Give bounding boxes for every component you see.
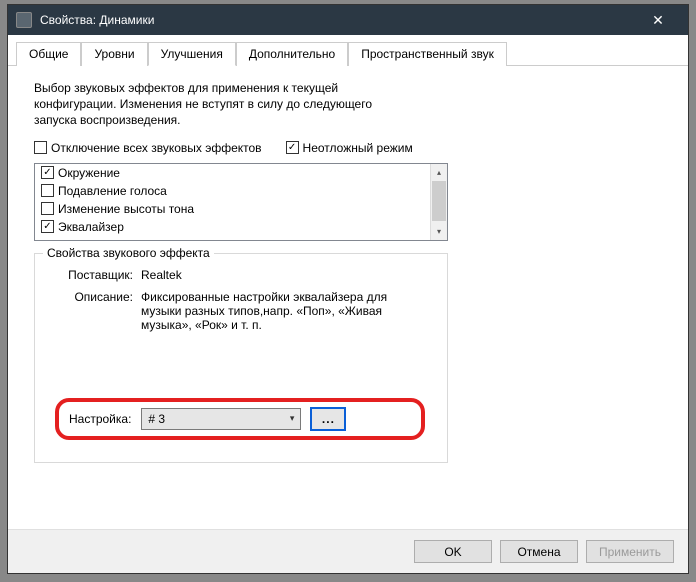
highlight-frame: Настройка: # 3 ▾ ... xyxy=(55,398,425,440)
dialog-window: Свойства: Динамики ✕ Общие Уровни Улучше… xyxy=(7,4,689,574)
chevron-down-icon: ▾ xyxy=(290,413,295,424)
ok-button[interactable]: OK xyxy=(414,540,492,563)
effects-listbox[interactable]: Окружение Подавление голоса Изменение вы… xyxy=(34,163,448,241)
setting-row: Настройка: # 3 ▾ ... xyxy=(47,392,435,446)
urgent-mode-label: Неотложный режим xyxy=(303,141,413,155)
effects-items: Окружение Подавление голоса Изменение вы… xyxy=(35,164,430,240)
setting-value: # 3 xyxy=(148,412,165,426)
disable-all-effects-checkbox[interactable]: Отключение всех звуковых эффектов xyxy=(34,141,262,155)
tab-advanced[interactable]: Дополнительно xyxy=(236,42,348,66)
description-row: Описание: Фиксированные настройки эквала… xyxy=(47,290,435,332)
checkbox-icon xyxy=(41,220,54,233)
speaker-icon xyxy=(16,12,32,28)
listbox-scrollbar[interactable]: ▴ ▾ xyxy=(430,164,447,240)
list-item[interactable]: Изменение высоты тона xyxy=(35,200,430,218)
checkbox-icon xyxy=(41,202,54,215)
tab-general[interactable]: Общие xyxy=(16,42,81,66)
effect-label: Окружение xyxy=(58,166,120,180)
groupbox-legend: Свойства звукового эффекта xyxy=(43,246,214,260)
scroll-down-icon[interactable]: ▾ xyxy=(431,223,447,240)
more-button-label: ... xyxy=(322,412,335,426)
list-item[interactable]: Эквалайзер xyxy=(35,218,430,236)
enhancements-description: Выбор звуковых эффектов для применения к… xyxy=(34,80,414,129)
effect-label: Эквалайзер xyxy=(58,220,124,234)
tab-strip: Общие Уровни Улучшения Дополнительно Про… xyxy=(8,35,688,66)
scroll-thumb[interactable] xyxy=(432,181,446,221)
effect-label: Изменение высоты тона xyxy=(58,202,194,216)
effect-properties-group: Свойства звукового эффекта Поставщик: Re… xyxy=(34,253,448,463)
list-item[interactable]: Подавление голоса xyxy=(35,182,430,200)
list-item[interactable]: Окружение xyxy=(35,164,430,182)
urgent-mode-checkbox[interactable]: Неотложный режим xyxy=(286,141,413,155)
window-title: Свойства: Динамики xyxy=(40,13,636,27)
checkbox-icon xyxy=(286,141,299,154)
tab-enhancements[interactable]: Улучшения xyxy=(148,42,236,66)
tab-levels[interactable]: Уровни xyxy=(81,42,147,66)
checkbox-icon xyxy=(34,141,47,154)
top-checkbox-row: Отключение всех звуковых эффектов Неотло… xyxy=(34,141,668,155)
scroll-up-icon[interactable]: ▴ xyxy=(431,164,447,181)
titlebar: Свойства: Динамики ✕ xyxy=(8,5,688,35)
client-area: Общие Уровни Улучшения Дополнительно Про… xyxy=(8,35,688,573)
cancel-button[interactable]: Отмена xyxy=(500,540,578,563)
tab-panel-enhancements: Выбор звуковых эффектов для применения к… xyxy=(8,66,688,529)
checkbox-icon xyxy=(41,166,54,179)
tab-spatial[interactable]: Пространственный звук xyxy=(348,42,507,66)
vendor-value: Realtek xyxy=(141,268,401,282)
close-button[interactable]: ✕ xyxy=(636,5,680,35)
setting-label: Настройка: xyxy=(69,412,131,426)
effect-desc-value: Фиксированные настройки эквалайзера для … xyxy=(141,290,401,332)
vendor-label: Поставщик: xyxy=(47,268,141,282)
vendor-row: Поставщик: Realtek xyxy=(47,268,435,282)
effect-label: Подавление голоса xyxy=(58,184,167,198)
more-settings-button[interactable]: ... xyxy=(311,408,345,430)
checkbox-icon xyxy=(41,184,54,197)
scroll-track[interactable] xyxy=(431,181,447,223)
disable-all-label: Отключение всех звуковых эффектов xyxy=(51,141,262,155)
button-bar: OK Отмена Применить xyxy=(8,529,688,573)
effect-desc-label: Описание: xyxy=(47,290,141,332)
apply-button[interactable]: Применить xyxy=(586,540,674,563)
setting-combobox[interactable]: # 3 ▾ xyxy=(141,408,301,430)
